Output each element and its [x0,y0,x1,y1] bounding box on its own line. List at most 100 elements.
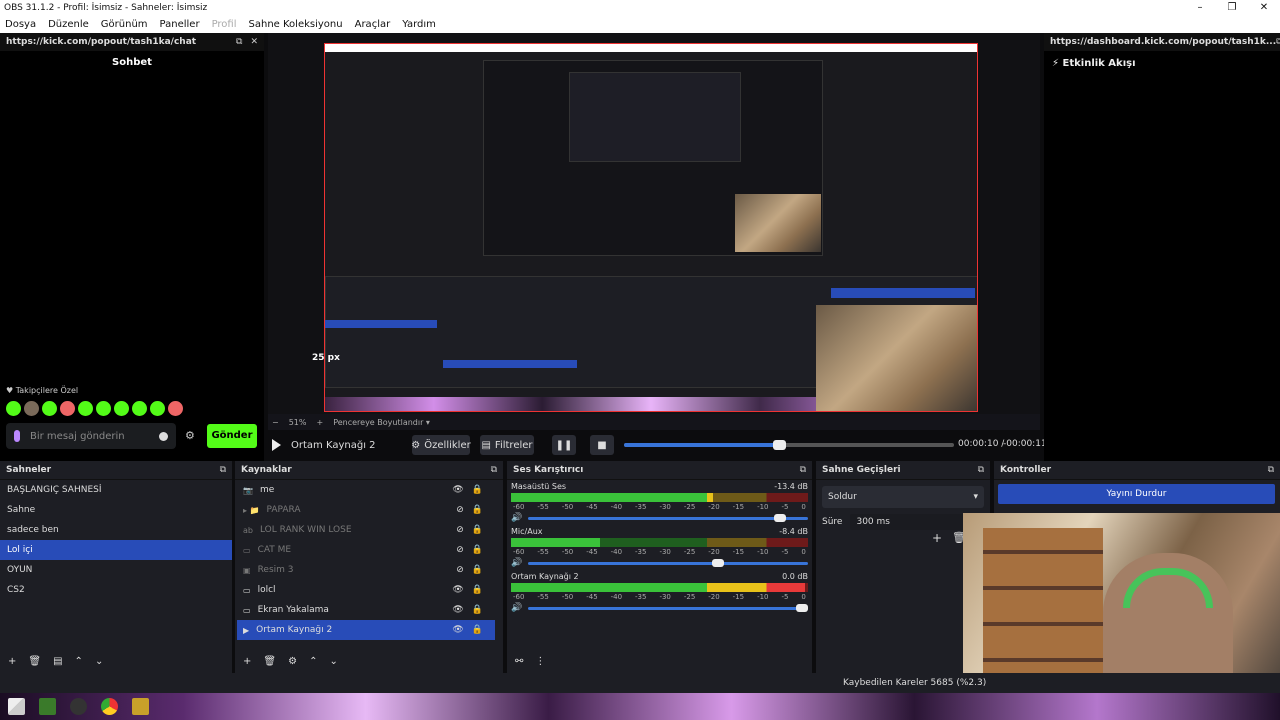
source-item[interactable]: 📷 me 👁 🔒 [237,480,495,500]
source-item[interactable]: ▶ Ortam Kaynağı 2 👁 🔒 [237,620,495,640]
speaker-icon[interactable]: 🔊 [511,513,522,523]
float-icon[interactable]: ⧉ [1276,37,1280,47]
pause-button[interactable]: ❚❚ [552,435,576,455]
float-icon[interactable]: ⧉ [236,37,242,47]
source-item[interactable]: ▭ CAT ME ⊘ 🔒 [237,540,495,560]
speaker-icon[interactable]: 🔊 [511,603,522,613]
source-item[interactable]: ▭ lolcl 👁 🔒 [237,580,495,600]
lock-icon[interactable]: 🔒 [472,525,483,535]
minecraft-icon[interactable] [39,698,56,715]
menu-help[interactable]: Yardım [402,19,436,30]
volume-handle[interactable] [712,558,725,567]
lock-icon[interactable]: 🔒 [472,565,483,575]
scene-item[interactable]: Lol içi [0,540,232,560]
zoom-in-icon[interactable]: + [316,418,323,427]
up-icon[interactable]: ⌃ [309,656,317,667]
windows-start-icon[interactable] [8,698,25,715]
league-icon[interactable] [132,698,149,715]
emote-icon[interactable] [78,401,93,416]
volume-slider[interactable] [528,513,808,522]
emoji-icon[interactable] [159,431,168,441]
send-button[interactable]: Gönder [207,424,257,448]
float-icon[interactable]: ⧉ [1268,465,1274,475]
volume-slider[interactable] [528,558,808,567]
scene-item[interactable]: OYUN [0,560,232,580]
menu-file[interactable]: Dosya [5,19,36,30]
fit-window-select[interactable]: Pencereye Boyutlandır ▾ [333,418,430,427]
float-icon[interactable]: ⧉ [220,465,226,475]
volume-handle[interactable] [773,513,786,522]
float-icon[interactable]: ⧉ [800,465,806,475]
filter-icon[interactable]: ▤ [53,656,62,667]
eye-off-icon[interactable]: ⊘ [456,545,464,555]
source-item[interactable]: ▭ Ekran Yakalama 👁 🔒 [237,600,495,620]
menu-tools[interactable]: Araçlar [355,19,391,30]
menu-profile[interactable]: Profil [212,19,237,30]
close-icon[interactable]: ✕ [250,37,258,47]
emote-icon[interactable] [24,401,39,416]
scene-item[interactable]: sadece ben [0,520,232,540]
gear-icon[interactable]: ⚙ [288,656,297,667]
link-icon[interactable]: ⚯ [515,656,523,667]
source-item[interactable]: ▸ 📁 PAPARA ⊘ 🔒 [237,500,495,520]
stop-button[interactable]: ■ [590,435,614,455]
volume-slider[interactable] [528,603,808,612]
webcam-source[interactable] [816,305,977,411]
emote-icon[interactable] [132,401,147,416]
minimize-icon[interactable]: – [1184,0,1216,15]
scene-item[interactable]: CS2 [0,580,232,600]
trash-icon[interactable]: 🗑 [28,656,41,667]
filters-button[interactable]: ▤ Filtreler [480,435,534,455]
eye-off-icon[interactable]: ⊘ [456,505,464,515]
play-icon[interactable] [272,439,281,451]
menu-docks[interactable]: Paneller [160,19,200,30]
source-item[interactable]: ▣ Resim 3 ⊘ 🔒 [237,560,495,580]
lock-icon[interactable]: 🔒 [472,585,483,595]
add-icon[interactable]: + [8,656,16,667]
restore-icon[interactable]: ❐ [1216,0,1248,15]
chrome-icon[interactable] [101,698,118,715]
emote-icon[interactable] [6,401,21,416]
lock-icon[interactable]: 🔒 [472,605,483,615]
eye-icon[interactable]: 👁 [452,605,463,615]
lock-icon[interactable]: 🔒 [472,545,483,555]
emote-icon[interactable] [114,401,129,416]
float-icon[interactable]: ⧉ [978,465,984,475]
stop-stream-button[interactable]: Yayını Durdur [998,484,1275,504]
down-icon[interactable]: ⌄ [95,656,103,667]
close-icon[interactable]: ✕ [1248,0,1280,15]
eye-off-icon[interactable]: ⊘ [456,525,464,535]
lock-icon[interactable]: 🔒 [472,625,483,635]
zoom-out-icon[interactable]: − [272,418,279,427]
seek-handle[interactable] [773,440,787,450]
eye-icon[interactable]: 👁 [452,585,463,595]
eye-off-icon[interactable]: ⊘ [456,565,464,575]
emote-icon[interactable] [168,401,183,416]
trash-icon[interactable]: 🗑 [263,656,276,667]
duration-input[interactable]: 300 ms [850,514,971,530]
eye-icon[interactable]: 👁 [452,625,463,635]
menu-edit[interactable]: Düzenle [48,19,89,30]
emote-icon[interactable] [150,401,165,416]
properties-button[interactable]: ⚙ Özellikler [411,435,471,455]
emote-icon[interactable] [60,401,75,416]
emote-icon[interactable] [42,401,57,416]
lock-icon[interactable]: 🔒 [472,485,483,495]
up-icon[interactable]: ⌃ [75,656,83,667]
eye-icon[interactable]: 👁 [452,485,463,495]
volume-handle[interactable] [796,603,808,612]
add-icon[interactable]: + [932,531,942,545]
menu-view[interactable]: Görünüm [101,19,148,30]
preview-canvas[interactable] [324,43,978,412]
add-icon[interactable]: + [243,656,251,667]
scene-item[interactable]: Sahne [0,500,232,520]
menu-scene-collection[interactable]: Sahne Koleksiyonu [249,19,343,30]
lock-icon[interactable]: 🔒 [472,505,483,515]
transition-select[interactable]: Soldur ▾ [822,486,984,508]
scene-item[interactable]: BAŞLANGIÇ SAHNESİ [0,480,232,500]
chat-input[interactable]: Bir mesaj gönderin [6,423,176,449]
source-item[interactable]: ab LOL RANK WIN LOSE ⊘ 🔒 [237,520,495,540]
obs-icon[interactable] [70,698,87,715]
float-icon[interactable]: ⧉ [491,465,497,475]
down-icon[interactable]: ⌄ [329,656,337,667]
